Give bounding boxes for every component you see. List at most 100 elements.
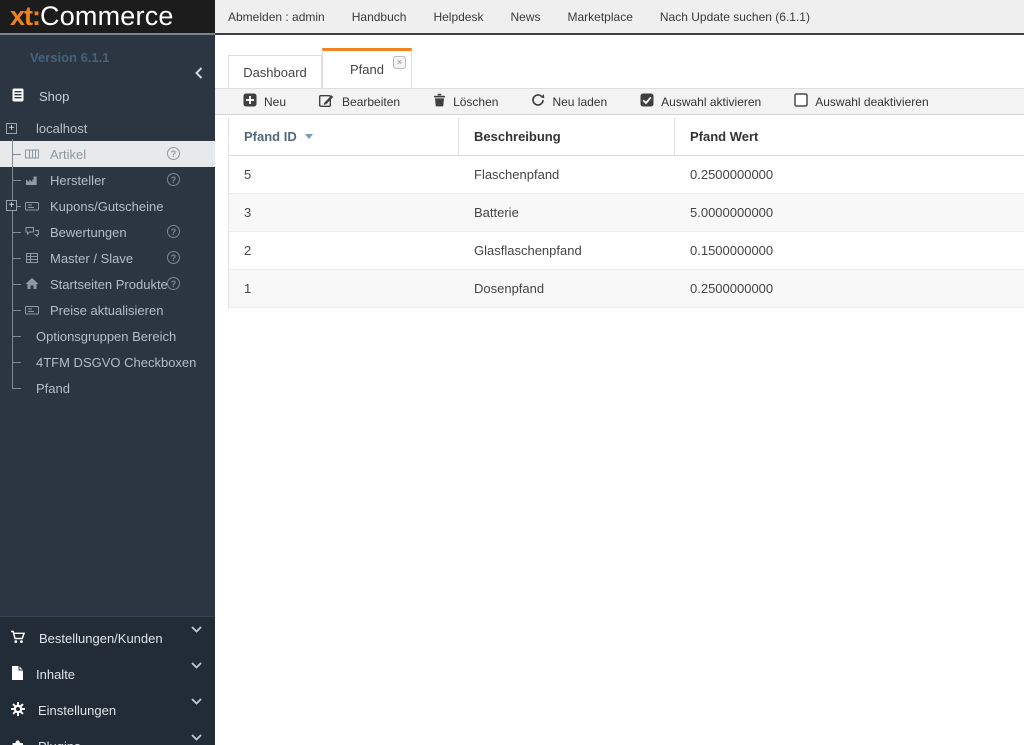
cell-beschreibung: Dosenpfand	[459, 270, 675, 307]
tree-node-pfand[interactable]: Pfand	[0, 375, 215, 401]
book-icon	[10, 87, 26, 106]
column-header-beschreibung[interactable]: Beschreibung	[459, 118, 675, 155]
topnav-logout[interactable]: Abmelden : admin	[228, 10, 325, 24]
new-button[interactable]: Neu	[243, 93, 286, 110]
topnav-update-check[interactable]: Nach Update suchen (6.1.1)	[660, 10, 810, 24]
button-label: Neu	[264, 95, 286, 109]
chevron-down-icon[interactable]	[191, 656, 202, 674]
topnav-helpdesk[interactable]: Helpdesk	[433, 10, 483, 24]
chevron-down-icon[interactable]	[191, 692, 202, 710]
delete-button[interactable]: Löschen	[433, 93, 498, 110]
sidebar-item-shop[interactable]: Shop	[0, 81, 215, 111]
chevron-down-icon[interactable]	[191, 620, 202, 638]
sidebar: Version 6.1.1 Shop + localhost Artikel ?	[0, 33, 215, 745]
button-label: Auswahl deaktivieren	[815, 95, 928, 109]
sidebar-item-label: Shop	[39, 89, 69, 104]
comments-icon	[24, 224, 40, 240]
factory-icon	[24, 172, 40, 188]
column-header-pfand-id[interactable]: Pfand ID	[229, 118, 459, 155]
column-header-pfand-wert[interactable]: Pfand Wert	[675, 118, 1024, 155]
tree-node-startseiten-produkte[interactable]: Startseiten Produkte ?	[0, 271, 215, 297]
edit-icon	[319, 93, 335, 110]
home-icon	[24, 276, 40, 292]
tree-node-artikel[interactable]: Artikel ?	[0, 141, 215, 167]
trash-icon	[433, 93, 446, 110]
sidebar-sections: Bestellungen/Kunden Inhalte	[0, 616, 215, 745]
cell-beschreibung: Flaschenpfand	[459, 156, 675, 193]
button-label: Auswahl aktivieren	[661, 95, 761, 109]
tab-pfand[interactable]: Pfand ×	[322, 48, 412, 88]
version-label: Version 6.1.1	[30, 50, 110, 65]
tree-node-label: Pfand	[36, 381, 70, 396]
tree-node-label: Preise aktualisieren	[50, 303, 163, 318]
help-icon[interactable]: ?	[167, 277, 180, 290]
tree-node-label: 4TFM DSGVO Checkboxen	[36, 355, 196, 370]
close-icon[interactable]: ×	[393, 56, 406, 69]
tab-label: Pfand	[350, 62, 384, 77]
button-label: Löschen	[453, 95, 498, 109]
help-icon[interactable]: ?	[167, 147, 180, 160]
tree-node-optionsgruppen[interactable]: Optionsgruppen Bereich	[0, 323, 215, 349]
checkbox-empty-icon	[794, 93, 808, 110]
help-icon[interactable]: ?	[167, 251, 180, 264]
help-icon[interactable]: ?	[167, 173, 180, 186]
tree-node-label: Optionsgruppen Bereich	[36, 329, 176, 344]
tree-node-label: localhost	[36, 121, 87, 136]
cell-pfand-wert: 0.1500000000	[675, 232, 1024, 269]
pfand-table: Pfand ID Beschreibung Pfand Wert 5 Flasc…	[228, 118, 1024, 308]
shop-tree: + localhost Artikel ? Hersteller ? +	[0, 115, 215, 401]
table-row[interactable]: 2 Glasflaschenpfand 0.1500000000	[229, 232, 1024, 270]
gear-icon	[10, 701, 26, 720]
tree-node-localhost[interactable]: + localhost	[0, 115, 215, 141]
activate-selection-button[interactable]: Auswahl aktivieren	[640, 93, 761, 110]
tree-node-bewertungen[interactable]: Bewertungen ?	[0, 219, 215, 245]
cart-icon	[10, 629, 27, 648]
coupon-icon	[24, 198, 40, 214]
cell-beschreibung: Batterie	[459, 194, 675, 231]
help-icon[interactable]: ?	[167, 225, 180, 238]
logo-xt: xt:	[10, 1, 40, 31]
tree-node-master-slave[interactable]: Master / Slave ?	[0, 245, 215, 271]
sidebar-item-bestellungen-kunden[interactable]: Bestellungen/Kunden	[0, 617, 215, 653]
tree-line	[12, 139, 13, 388]
bars-icon	[24, 146, 40, 162]
sidebar-item-inhalte[interactable]: Inhalte	[0, 653, 215, 689]
tree-node-label: Hersteller	[50, 173, 106, 188]
tree-node-kupons[interactable]: + Kupons/Gutscheine	[0, 193, 215, 219]
expand-icon[interactable]: +	[6, 200, 17, 211]
cell-pfand-wert: 5.0000000000	[675, 194, 1024, 231]
sidebar-item-plugins[interactable]: Plugins	[0, 725, 215, 745]
tab-label: Dashboard	[243, 65, 307, 80]
table-row[interactable]: 3 Batterie 5.0000000000	[229, 194, 1024, 232]
plus-square-icon	[243, 93, 257, 110]
table-row[interactable]: 5 Flaschenpfand 0.2500000000	[229, 156, 1024, 194]
tree-node-label: Master / Slave	[50, 251, 133, 266]
edit-button[interactable]: Bearbeiten	[319, 93, 400, 110]
topnav-marketplace[interactable]: Marketplace	[568, 10, 633, 24]
main-content: Dashboard Pfand × Neu Bearbeiten	[215, 35, 1024, 745]
chevron-down-icon[interactable]	[191, 728, 202, 745]
button-label: Neu laden	[552, 95, 607, 109]
tree-node-preise-aktualisieren[interactable]: Preise aktualisieren	[0, 297, 215, 323]
tree-node-hersteller[interactable]: Hersteller ?	[0, 167, 215, 193]
topnav-handbuch[interactable]: Handbuch	[352, 10, 407, 24]
table-row[interactable]: 1 Dosenpfand 0.2500000000	[229, 270, 1024, 308]
sidebar-item-label: Inhalte	[36, 667, 75, 682]
sidebar-item-einstellungen[interactable]: Einstellungen	[0, 689, 215, 725]
tab-dashboard[interactable]: Dashboard	[228, 55, 322, 88]
topnav-news[interactable]: News	[510, 10, 540, 24]
expand-icon[interactable]: +	[6, 123, 17, 134]
tree-node-label: Artikel	[50, 147, 86, 162]
reload-button[interactable]: Neu laden	[531, 93, 607, 110]
refresh-icon	[531, 93, 545, 110]
coupon-icon	[24, 302, 40, 318]
app-logo[interactable]: xt:Commerce	[0, 0, 215, 33]
puzzle-icon	[10, 737, 26, 745]
sidebar-item-label: Plugins	[38, 739, 81, 745]
button-label: Bearbeiten	[342, 95, 400, 109]
cell-pfand-id: 3	[229, 194, 459, 231]
cell-beschreibung: Glasflaschenpfand	[459, 232, 675, 269]
deactivate-selection-button[interactable]: Auswahl deaktivieren	[794, 93, 928, 110]
cell-pfand-wert: 0.2500000000	[675, 270, 1024, 307]
tree-node-dsgvo-checkboxen[interactable]: 4TFM DSGVO Checkboxen	[0, 349, 215, 375]
